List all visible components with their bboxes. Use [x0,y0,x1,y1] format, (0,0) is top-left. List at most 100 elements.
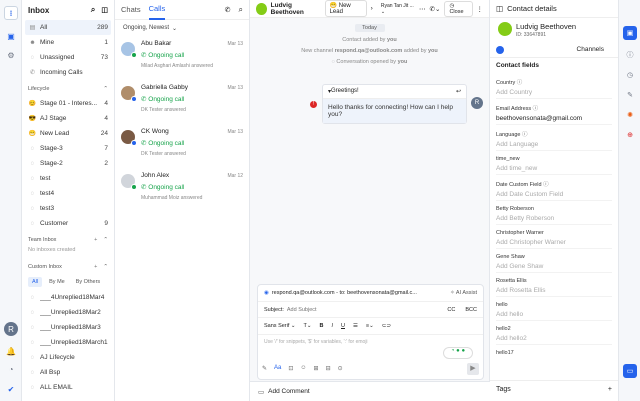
assignee-dropdown[interactable]: Ryan Tan Jit ... ⌄ [381,3,415,15]
notifications-icon[interactable]: 🔔 [4,344,18,358]
new-call-icon[interactable]: ✆ [225,6,231,14]
contact-details-tab-icon[interactable]: ▣ [623,26,637,40]
help-icon[interactable]: ◔ [4,362,18,376]
integration-icon[interactable]: ⊕ [623,128,637,142]
hubspot-icon[interactable]: ✺ [623,108,637,122]
bold-icon[interactable]: B [319,323,323,329]
custom-inbox-item[interactable]: ◌ ___Unreplied18March1 [22,335,114,350]
field-value-input[interactable]: Add time_new [496,165,612,175]
attach-icon[interactable]: ⊡ [288,365,293,372]
custom-inbox-item[interactable]: ◌ ___Unreplied18Mar2 [22,305,114,320]
chevron-up-icon[interactable]: ⌃ [103,237,108,243]
contact-name[interactable]: Ludvig Beethoven [516,22,576,31]
search-icon[interactable]: ⌕ [239,5,243,15]
channels-button[interactable]: Channels [577,46,604,53]
user-avatar[interactable]: R [4,322,18,336]
collapse-icon[interactable]: ◫ [496,4,503,13]
field-value-input[interactable]: Add hello2 [496,335,612,345]
reply-icon[interactable]: ↩ [456,88,461,95]
lifecycle-item[interactable]: 😎 AJ Stage 4 [22,111,114,126]
send-button[interactable]: ▶ [467,363,479,375]
custom-inbox-item[interactable]: ◌ AJ Lifecycle [22,350,114,365]
call-list-item[interactable]: John Alex Mar 12 ✆ Ongoing call Muhammad Mo… [115,168,249,212]
contact-name[interactable]: Ludvig Beethoven [271,2,321,16]
field-value-input[interactable]: Add Rosetta Ellis [496,287,612,297]
add-tag-icon[interactable]: + [608,386,612,393]
channel-email-icon[interactable] [496,45,504,54]
close-conversation-button[interactable]: ◷ Close [444,0,473,17]
grammar-icon[interactable]: ◔ ● ● [443,347,473,359]
field-value-input[interactable]: Add Christopher Warner [496,239,612,249]
align-icon[interactable]: ≡⌄ [366,323,374,329]
tab-calls[interactable]: Calls [148,0,166,20]
inbox-item[interactable]: ✆ Incoming Calls [22,65,114,80]
call-list-item[interactable]: Abu Bakar Mar 13 ✆ Ongoing call Milad Asgha… [115,36,249,80]
filter-by-me[interactable]: By Me [45,277,69,287]
lifecycle-item[interactable]: ◌ test4 [22,186,114,201]
settings-nav-icon[interactable]: ⚙ [4,48,18,62]
variable-icon[interactable]: ⊟ [326,365,331,372]
lifecycle-item[interactable]: ◌ test3 [22,201,114,216]
subject-input[interactable] [286,306,448,313]
emoji-icon[interactable]: ☺ [300,365,306,372]
filter-all[interactable]: All [28,277,43,287]
chat-widget-icon[interactable]: ▭ [623,364,637,378]
contact-avatar[interactable] [256,2,267,15]
italic-icon[interactable]: I [331,323,333,329]
inbox-nav-icon[interactable]: ▣ [4,29,18,43]
snippet-icon[interactable]: ⊞ [314,365,319,372]
search-icon[interactable]: ⌕ [91,5,95,15]
underline-icon[interactable]: U [341,323,345,329]
outgoing-message[interactable]: ▾ Greetings! ↩ Hello thanks for connectin… [322,84,467,124]
font-dropdown[interactable]: Sans Serif ⌄ [264,323,296,329]
custom-inbox-item[interactable]: ◌ ___4Unreplied18Mar4 [22,290,114,305]
lifecycle-item[interactable]: 😊 Stage 01 - Interes... 4 [22,96,114,111]
history-icon[interactable]: ◷ [623,68,637,82]
inbox-item[interactable]: ☻ Mine 1 [22,35,114,50]
chevron-right-icon[interactable]: › [371,5,373,12]
magic-wand-icon[interactable]: ✎ [262,365,267,372]
add-comment-bar[interactable]: ▭ Add Comment [250,381,490,401]
lifecycle-item[interactable]: ◌ test [22,171,114,186]
contact-avatar[interactable] [498,22,512,36]
more-options-icon[interactable]: ⋯ [419,5,426,13]
add-icon[interactable]: + [94,237,97,243]
lifecycle-section-header[interactable]: Lifecycle ⌃ [22,82,114,96]
cc-button[interactable]: CC [447,307,455,313]
lifecycle-item[interactable]: ◌ Stage-3 7 [22,141,114,156]
field-value-input[interactable]: Add hello [496,311,612,321]
custom-inbox-section-header[interactable]: Custom Inbox + ⌃ [22,260,114,274]
text-format-icon[interactable]: Aa [274,365,281,372]
ai-assist-button[interactable]: ✧ AI Assist [450,290,477,296]
field-value-input[interactable]: Add Language [496,141,612,151]
collapse-panel-icon[interactable]: ◫ [101,6,108,14]
bcc-button[interactable]: BCC [465,307,477,313]
add-icon[interactable]: + [94,264,97,270]
comment-icon[interactable]: ⊙ [338,365,343,372]
text-size-icon[interactable]: T⌄ [304,323,312,329]
lifecycle-item[interactable]: ◌ Customer 9 [22,216,114,231]
chevron-up-icon[interactable]: ⌃ [103,86,108,92]
more-menu-icon[interactable]: ⋮ [477,5,484,13]
chevron-up-icon[interactable]: ⌃ [103,264,108,270]
lifecycle-dropdown[interactable]: 😁 New Lead [324,0,367,17]
list-icon[interactable]: ☰ [353,323,358,329]
edit-icon[interactable]: ✎ [623,88,637,102]
custom-inbox-item[interactable]: ◌ ___Unreplied18Mar3 [22,320,114,335]
field-value-input[interactable]: Add Date Custom Field [496,191,612,201]
call-icon[interactable]: ✆⌄ [430,5,441,13]
lifecycle-item[interactable]: 😁 New Lead 24 [22,126,114,141]
inbox-item[interactable]: ▤ All 289 [25,20,111,35]
lifecycle-item[interactable]: ◌ Stage-2 2 [22,156,114,171]
field-value-input[interactable]: Add Gene Shaw [496,263,612,273]
call-list-item[interactable]: CK Wong Mar 13 ✆ Ongoing call DK Tester ans… [115,124,249,168]
custom-inbox-item[interactable]: ◌ All Bsp [22,365,114,380]
inbox-item[interactable]: ◌ Unassigned 73 [22,50,114,65]
field-value-input[interactable]: Add Betty Roberson [496,215,612,225]
field-value-input[interactable]: Add Country [496,89,612,99]
filter-by-others[interactable]: By Others [72,277,104,287]
link-icon[interactable]: ⊂⊃ [382,323,391,329]
tab-chats[interactable]: Chats [121,0,141,20]
team-inbox-section-header[interactable]: Team Inbox + ⌃ [22,233,114,247]
app-logo-icon[interactable]: ⁝ [4,6,18,20]
